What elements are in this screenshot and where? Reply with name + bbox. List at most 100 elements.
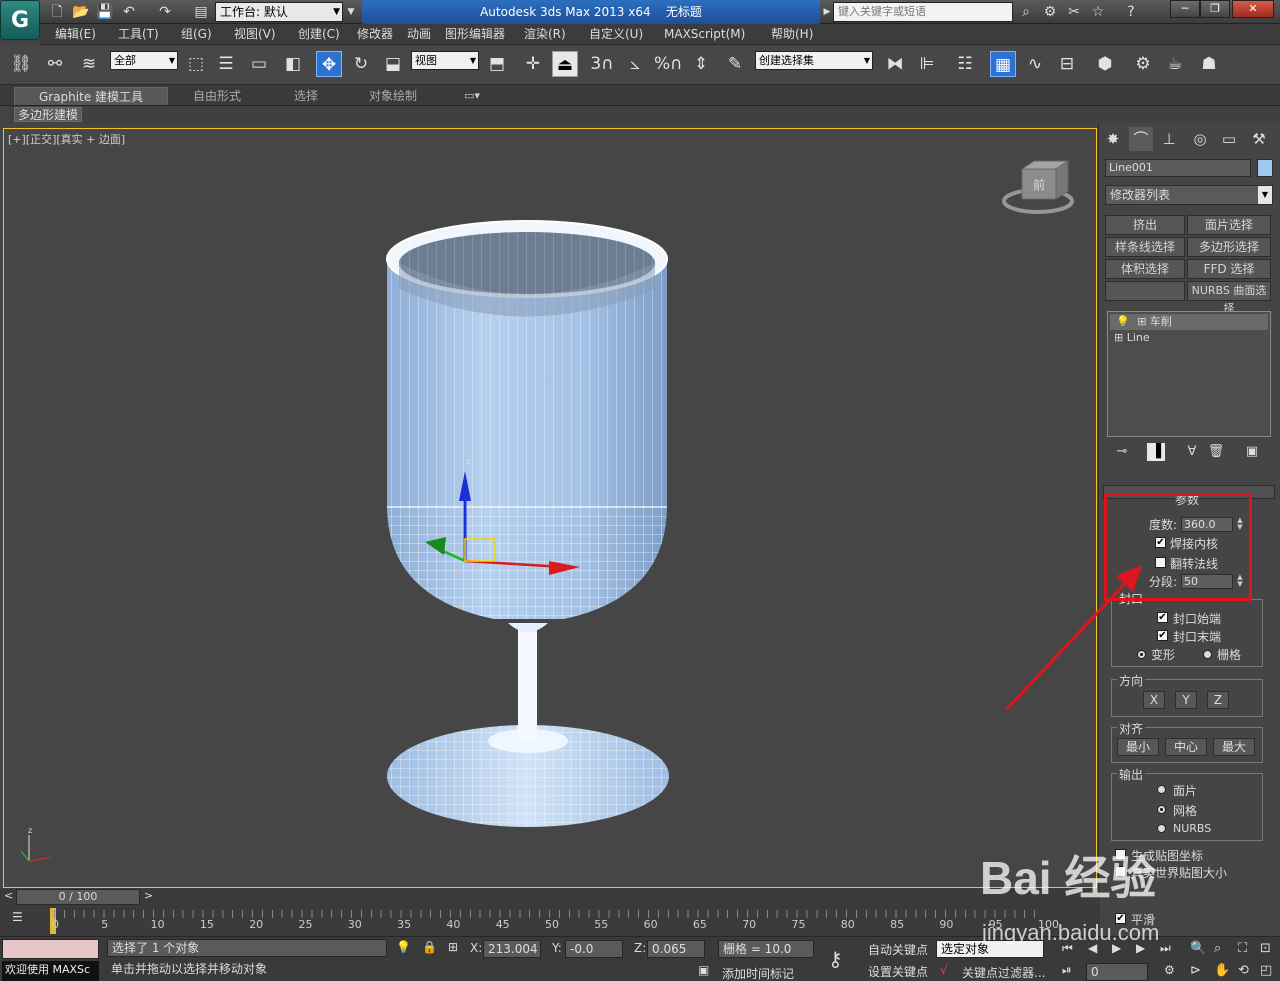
redo-icon[interactable]: ↷: [156, 3, 174, 21]
window-crossing-icon[interactable]: ◧: [280, 51, 306, 77]
spinner-snap-icon[interactable]: ⇕: [688, 51, 714, 77]
timeline[interactable]: < 0 / 100 > ☰ 0 5 10 15 20 25 30 35 40 45 50 55 60 65…: [0, 888, 1100, 936]
stack-item-lathe[interactable]: 💡 ⊞ 车削: [1110, 314, 1268, 330]
workspace-dropdown[interactable]: 工作台: 默认 ▼: [215, 2, 343, 22]
align-min-button[interactable]: 最小: [1117, 738, 1159, 756]
menu-help[interactable]: 帮助(H): [771, 24, 813, 45]
save-icon[interactable]: 💾: [96, 3, 114, 21]
patch-select-button[interactable]: 面片选择: [1187, 215, 1271, 235]
object-color-swatch[interactable]: [1257, 159, 1273, 177]
key-mode-icon[interactable]: ⏯: [1062, 963, 1072, 978]
select-manipulate-icon[interactable]: ✛: [520, 51, 546, 77]
y-coordinate-field[interactable]: -0.0: [565, 940, 623, 958]
current-frame-field[interactable]: 0: [1086, 963, 1148, 981]
maximize-button[interactable]: ❐: [1200, 0, 1230, 18]
expand-icon[interactable]: ⊞: [1137, 315, 1146, 328]
menu-edit[interactable]: 编辑(E): [55, 24, 96, 45]
motion-tab-icon[interactable]: ◎: [1188, 127, 1212, 151]
expand-icon[interactable]: ⊞: [1114, 331, 1123, 344]
menu-create[interactable]: 创建(C): [298, 24, 340, 45]
help-icon[interactable]: ?: [1122, 3, 1140, 21]
mini-curve-editor-icon[interactable]: ☰: [12, 910, 23, 924]
project-folder-icon[interactable]: ▤: [192, 3, 210, 21]
display-tab-icon[interactable]: ▭: [1217, 127, 1241, 151]
angle-snap-icon[interactable]: ⦣: [622, 51, 648, 77]
perspective-viewport[interactable]: [+][正交][真实 + 边面] 前 z z: [3, 128, 1097, 888]
schematic-view-icon[interactable]: ⊟: [1054, 51, 1080, 77]
polygon-modeling-label[interactable]: 多边形建模: [14, 107, 83, 122]
menu-customize[interactable]: 自定义(U): [589, 24, 643, 45]
edit-named-selection-icon[interactable]: ✎: [722, 51, 748, 77]
unlink-icon[interactable]: ⚯: [42, 51, 68, 77]
search-input[interactable]: 键入关键字或短语: [833, 2, 1013, 22]
maxscript-listener-field[interactable]: [2, 939, 99, 959]
lock-selection-icon[interactable]: 🔒: [422, 940, 437, 954]
make-unique-icon[interactable]: ∀: [1183, 443, 1201, 461]
viewcube[interactable]: 前: [1002, 160, 1074, 214]
link-icon[interactable]: ⛓: [8, 51, 34, 77]
minimize-button[interactable]: ─: [1170, 0, 1200, 18]
create-tab-icon[interactable]: ✸: [1101, 127, 1125, 151]
align-center-button[interactable]: 中心: [1165, 738, 1207, 756]
poly-select-button[interactable]: 多边形选择: [1187, 237, 1271, 257]
maximize-viewport-icon[interactable]: ◰: [1260, 963, 1272, 978]
binoculars-icon[interactable]: ⌕: [1017, 3, 1035, 21]
quick-access-menu-icon[interactable]: ▼: [345, 3, 357, 21]
menu-rendering[interactable]: 渲染(R): [524, 24, 566, 45]
tab-freeform[interactable]: 自由形式: [170, 87, 264, 105]
isolate-icon[interactable]: 💡: [396, 940, 411, 954]
utilities-tab-icon[interactable]: ⚒: [1247, 127, 1271, 151]
render-production-icon[interactable]: ☗: [1196, 51, 1222, 77]
communication-icon[interactable]: ✂: [1065, 3, 1083, 21]
output-patch-radio[interactable]: [1157, 785, 1166, 794]
rendered-frame-icon[interactable]: ☕: [1162, 51, 1188, 77]
zoom-all-icon[interactable]: ⌕: [1214, 941, 1221, 956]
material-editor-icon[interactable]: ⬢: [1092, 51, 1118, 77]
render-setup-icon[interactable]: ⚙: [1130, 51, 1156, 77]
time-config-icon[interactable]: ⚙: [1164, 963, 1175, 977]
orbit-icon[interactable]: ⟲: [1238, 963, 1249, 978]
undo-icon[interactable]: ↶: [120, 3, 138, 21]
menu-tools[interactable]: 工具(T): [118, 24, 159, 45]
add-time-tag[interactable]: 添加时间标记: [722, 965, 794, 981]
modifier-stack[interactable]: 💡 ⊞ 车削 ⊞ Line: [1107, 311, 1271, 437]
set-key-icon[interactable]: ⚷: [828, 947, 843, 971]
remove-modifier-icon[interactable]: 🗑: [1207, 443, 1225, 461]
pivot-center-icon[interactable]: ⬒: [484, 51, 510, 77]
select-and-scale-icon[interactable]: ⬓: [380, 51, 406, 77]
modify-tab-icon[interactable]: ⌒: [1129, 127, 1153, 151]
bulb-icon[interactable]: 💡: [1116, 315, 1130, 328]
menu-modifiers[interactable]: 修改器: [357, 24, 393, 45]
key-filters-button[interactable]: 关键点过滤器...: [962, 964, 1045, 981]
open-file-icon[interactable]: 📂: [72, 3, 90, 21]
timeline-ruler[interactable]: [54, 910, 1044, 918]
z-coordinate-field[interactable]: 0.065: [647, 940, 705, 958]
pin-stack-icon[interactable]: ⊸: [1113, 443, 1131, 461]
configure-sets-icon[interactable]: ▣: [1243, 443, 1261, 461]
extrude-button[interactable]: 挤出: [1105, 215, 1185, 235]
zoom-icon[interactable]: 🔍: [1190, 941, 1206, 956]
expand-arrow-icon[interactable]: ▶: [822, 3, 832, 21]
percent-snap-icon[interactable]: %∩: [654, 51, 683, 77]
pan-icon[interactable]: ✋: [1214, 963, 1230, 978]
favorites-icon[interactable]: ☆: [1089, 3, 1107, 21]
mirror-icon[interactable]: ⧓: [882, 51, 908, 77]
menu-group[interactable]: 组(G): [181, 24, 212, 45]
tab-graphite-modeling[interactable]: Graphite 建模工具: [14, 87, 168, 105]
keyboard-shortcut-override-icon[interactable]: ⏏: [552, 51, 578, 77]
zoom-extents-icon[interactable]: ⛶: [1238, 941, 1247, 956]
align-icon[interactable]: ⊫: [914, 51, 940, 77]
timeslider-next-icon[interactable]: >: [144, 889, 153, 902]
zoom-extents-all-icon[interactable]: ⊡: [1260, 941, 1271, 956]
close-button[interactable]: ✕: [1232, 0, 1274, 18]
menu-views[interactable]: 视图(V): [234, 24, 276, 45]
output-nurbs-radio[interactable]: [1157, 824, 1166, 833]
object-name-field[interactable]: Line001: [1105, 159, 1251, 177]
align-max-button[interactable]: 最大: [1213, 738, 1255, 756]
select-object-icon[interactable]: ⬚: [183, 51, 209, 77]
spline-select-button[interactable]: 样条线选择: [1105, 237, 1185, 257]
menu-animation[interactable]: 动画: [407, 24, 431, 45]
ffd-select-button[interactable]: FFD 选择: [1187, 259, 1271, 279]
output-mesh-radio[interactable]: [1157, 805, 1166, 814]
direction-y-button[interactable]: Y: [1175, 691, 1197, 709]
